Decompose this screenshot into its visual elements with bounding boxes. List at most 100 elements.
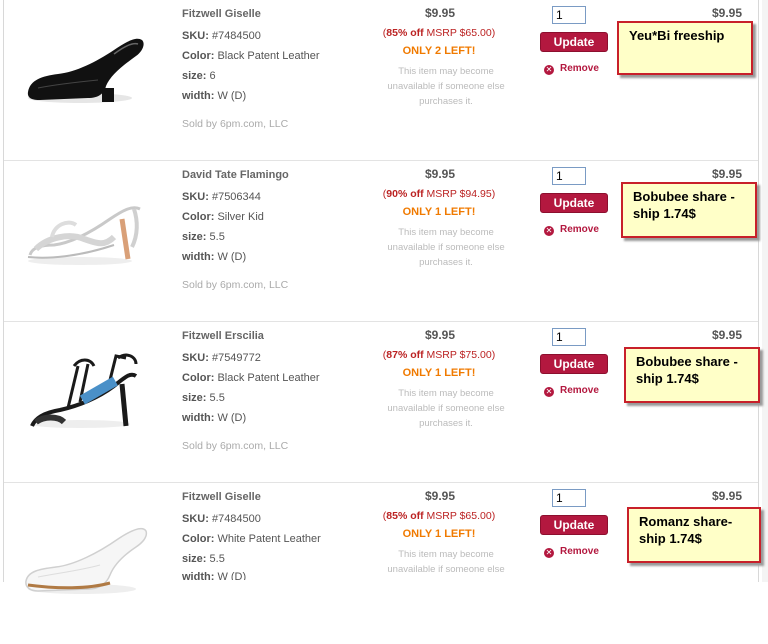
color-label: Color: xyxy=(182,50,215,62)
unit-price: $9.95 xyxy=(424,328,456,342)
size-value: 6 xyxy=(209,70,216,82)
size-value: 5.5 xyxy=(209,392,225,404)
discount-percent: 87% off xyxy=(386,349,424,361)
sold-by: Sold by 6pm.com, LLC xyxy=(182,118,289,130)
width-value: W (D) xyxy=(217,571,247,580)
product-name[interactable]: Fitzwell Giselle xyxy=(182,491,261,503)
msrp-discount: (87% off MSRP $75.00) xyxy=(382,349,496,361)
sku-label: SKU: xyxy=(182,352,209,364)
update-button[interactable]: Update xyxy=(540,193,608,213)
size-value: 5.5 xyxy=(209,231,225,243)
msrp-discount: (85% off MSRP $65.00) xyxy=(382,27,496,39)
update-button[interactable]: Update xyxy=(540,32,608,52)
quantity-input[interactable] xyxy=(552,328,586,346)
product-image-silver-sandal[interactable] xyxy=(18,175,148,275)
msrp-value: MSRP $94.95 xyxy=(426,188,492,200)
availability-note: This item may become unavailable if some… xyxy=(378,64,514,109)
discount-percent: 85% off xyxy=(386,510,424,522)
sku-value: #7484500 xyxy=(211,513,261,525)
width-value: W (D) xyxy=(217,251,247,263)
quantity-input[interactable] xyxy=(552,489,586,507)
msrp-discount: (85% off MSRP $65.00) xyxy=(382,510,496,522)
note-line: unavailable if someone else xyxy=(387,242,505,253)
note-line: purchases it. xyxy=(419,418,473,429)
product-image-black-strappy[interactable] xyxy=(18,336,148,436)
annotation-note: Bobubee share -ship 1.74$ xyxy=(624,347,760,403)
size-value: 5.5 xyxy=(209,553,225,565)
line-total: $9.95 xyxy=(711,489,742,503)
product-image-white-flat[interactable] xyxy=(18,497,148,597)
size-label: size: xyxy=(182,392,207,404)
note-line: unavailable if someone else xyxy=(387,403,505,414)
color-value: Silver Kid xyxy=(217,211,264,223)
width-label: width: xyxy=(182,571,215,580)
quantity-input[interactable] xyxy=(552,6,586,24)
product-name[interactable]: David Tate Flamingo xyxy=(182,169,289,181)
scrollbar-track[interactable] xyxy=(762,0,768,582)
update-button[interactable]: Update xyxy=(540,515,608,535)
product-sku: SKU: #7549772 xyxy=(182,352,261,364)
color-label: Color: xyxy=(182,372,215,384)
sku-label: SKU: xyxy=(182,30,209,42)
size-label: size: xyxy=(182,70,207,82)
update-button[interactable]: Update xyxy=(540,354,608,374)
remove-x-icon: ✕ xyxy=(544,548,554,558)
width-label: width: xyxy=(182,251,215,263)
remove-link[interactable]: ✕ Remove xyxy=(544,224,599,236)
sold-by: Sold by 6pm.com, LLC xyxy=(182,279,289,291)
unit-price: $9.95 xyxy=(424,6,456,20)
cart-right-border xyxy=(758,0,759,582)
annotation-note: Romanz share- ship 1.74$ xyxy=(627,507,761,563)
remove-label: Remove xyxy=(560,385,599,396)
product-color: Color: Black Patent Leather xyxy=(182,372,320,384)
note-line: purchases it. xyxy=(419,96,473,107)
product-image-black-flat[interactable] xyxy=(18,14,148,114)
width-label: width: xyxy=(182,412,215,424)
product-size: size: 5.5 xyxy=(182,392,225,404)
availability-note: This item may become unavailable if some… xyxy=(378,547,514,573)
remove-link[interactable]: ✕ Remove xyxy=(544,385,599,397)
width-value: W (D) xyxy=(217,412,247,424)
quantity-input[interactable] xyxy=(552,167,586,185)
discount-percent: 85% off xyxy=(386,27,424,39)
availability-note: This item may become unavailable if some… xyxy=(378,386,514,431)
remove-link[interactable]: ✕ Remove xyxy=(544,546,599,558)
sold-by: Sold by 6pm.com, LLC xyxy=(182,440,289,452)
stock-warning: ONLY 1 LEFT! xyxy=(402,367,476,379)
product-color: Color: White Patent Leather xyxy=(182,533,321,545)
stock-warning: ONLY 1 LEFT! xyxy=(402,528,476,540)
color-value: Black Patent Leather xyxy=(217,50,320,62)
product-width: width: W (D) xyxy=(182,90,246,102)
line-total: $9.95 xyxy=(711,167,742,181)
msrp-value: MSRP $65.00 xyxy=(426,27,492,39)
note-line: This item may become xyxy=(398,66,494,77)
color-value: Black Patent Leather xyxy=(217,372,320,384)
stock-warning: ONLY 1 LEFT! xyxy=(402,206,476,218)
stock-warning: ONLY 2 LEFT! xyxy=(402,45,476,57)
product-size: size: 5.5 xyxy=(182,231,225,243)
product-width: width: W (D) xyxy=(182,251,246,263)
size-label: size: xyxy=(182,231,207,243)
color-value: White Patent Leather xyxy=(217,533,321,545)
availability-note: This item may become unavailable if some… xyxy=(378,225,514,270)
unit-price: $9.95 xyxy=(424,489,456,503)
note-line: This item may become xyxy=(398,549,494,560)
product-color: Color: Silver Kid xyxy=(182,211,264,223)
color-label: Color: xyxy=(182,533,215,545)
remove-x-icon: ✕ xyxy=(544,226,554,236)
sku-value: #7506344 xyxy=(211,191,261,203)
size-label: size: xyxy=(182,553,207,565)
product-name[interactable]: Fitzwell Giselle xyxy=(182,8,261,20)
product-name[interactable]: Fitzwell Erscilia xyxy=(182,330,264,342)
line-total: $9.95 xyxy=(711,6,742,20)
product-sku: SKU: #7484500 xyxy=(182,30,261,42)
product-width: width: W (D) xyxy=(182,412,246,424)
line-total: $9.95 xyxy=(711,328,742,342)
color-label: Color: xyxy=(182,211,215,223)
remove-x-icon: ✕ xyxy=(544,387,554,397)
msrp-discount: (90% off MSRP $94.95) xyxy=(382,188,496,200)
annotation-note: Bobubee share -ship 1.74$ xyxy=(621,182,757,238)
msrp-value: MSRP $75.00 xyxy=(426,349,492,361)
sku-value: #7484500 xyxy=(211,30,261,42)
remove-link[interactable]: ✕ Remove xyxy=(544,63,599,75)
